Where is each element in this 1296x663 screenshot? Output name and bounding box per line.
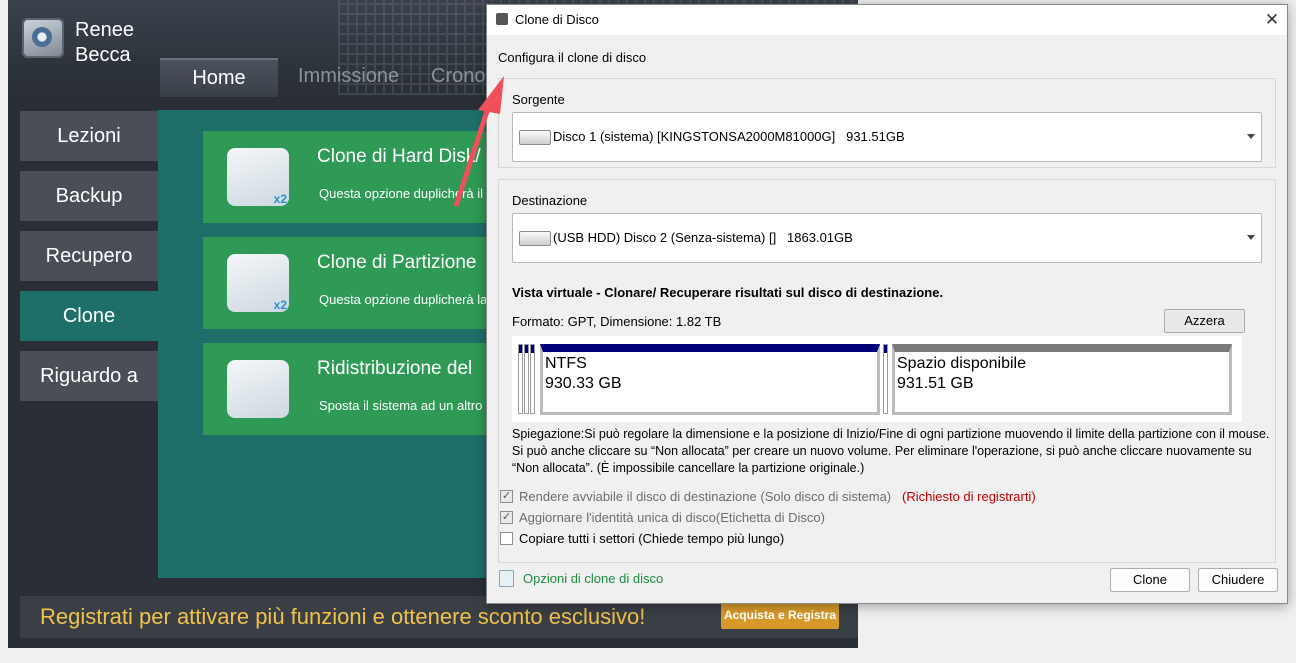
destination-disk-select[interactable]: (USB HDD) Disco 2 (Senza-sistema) [] 186… <box>512 213 1262 263</box>
format-info: Formato: GPT, Dimensione: 1.82 TB <box>512 314 722 329</box>
dialog-app-icon <box>496 13 508 25</box>
banner-text: Registrati per attivare più funzioni e o… <box>40 604 646 629</box>
source-label: Sorgente <box>512 92 565 107</box>
partition-size: 930.33 GB <box>545 375 622 392</box>
sidebar-item-lezioni[interactable]: Lezioni <box>20 111 158 161</box>
sidebar-item-recupero[interactable]: Recupero <box>20 231 158 281</box>
sidebar-item-clone[interactable]: Clone <box>20 291 158 341</box>
checkbox-checked[interactable]: ✓ <box>500 490 513 503</box>
x2-badge: x2 <box>273 192 287 206</box>
partition-handle[interactable] <box>524 344 529 414</box>
disk-drive-icon <box>519 231 551 246</box>
tab-home[interactable]: Home <box>160 58 278 97</box>
tab-immissione[interactable]: Immissione <box>298 58 399 95</box>
close-icon[interactable]: ✕ <box>1257 5 1287 35</box>
card-desc: Sposta il sistema ad un altro <box>319 398 483 413</box>
buy-register-button[interactable]: Acquista e Registra <box>721 601 839 629</box>
reset-button[interactable]: Azzera <box>1164 309 1245 333</box>
brand-line1: Renee <box>75 19 134 41</box>
dialog-title: Clone di Disco <box>515 12 599 27</box>
windows-logo-icon <box>227 360 289 418</box>
partition-name: Spazio disponibile <box>897 355 1026 372</box>
virtual-view-title: Vista virtuale - Clonare/ Recuperare ris… <box>512 285 944 300</box>
checkbox-label: Copiare tutti i settori (Chiede tempo pi… <box>519 531 785 546</box>
destination-value: (USB HDD) Disco 2 (Senza-sistema) [] 186… <box>553 230 853 245</box>
card-title: Clone di Partizione <box>317 252 477 273</box>
clone-button[interactable]: Clone <box>1110 568 1190 592</box>
hard-disk-icon: x2 <box>227 148 289 206</box>
clone-options-label: Opzioni di clone di disco <box>523 571 664 586</box>
clone-disk-dialog: Clone di Disco ✕ Configura il clone di d… <box>486 4 1288 604</box>
partition-handle[interactable] <box>883 344 888 414</box>
x2-badge: x2 <box>273 298 287 312</box>
checkbox-unchecked[interactable] <box>500 532 513 545</box>
source-value: Disco 1 (sistema) [KINGSTONSA2000M81000G… <box>553 129 905 144</box>
partition-free-space[interactable]: Spazio disponibile 931.51 GB <box>892 344 1232 415</box>
card-title: Ridistribuzione del <box>317 358 473 379</box>
partition-size: 931.51 GB <box>897 375 974 392</box>
source-group: Sorgente Disco 1 (sistema) [KINGSTONSA20… <box>498 78 1276 168</box>
card-desc: Questa opzione duplicherà la <box>319 292 488 307</box>
card-ridistribuzione[interactable]: Ridistribuzione del Sposta il sistema ad… <box>203 343 493 435</box>
brand-name: Renee Becca <box>75 18 134 68</box>
source-disk-select[interactable]: Disco 1 (sistema) [KINGSTONSA2000M81000G… <box>512 112 1262 162</box>
annotation-arrow-icon <box>453 76 504 207</box>
close-dialog-button[interactable]: Chiudere <box>1198 568 1278 592</box>
destination-group: Destinazione (USB HDD) Disco 2 (Senza-si… <box>498 179 1276 563</box>
config-label: Configura il clone di disco <box>498 50 647 65</box>
brand-line2: Becca <box>75 44 131 66</box>
sidebar-item-backup[interactable]: Backup <box>20 171 158 221</box>
registration-required-note: (Richiesto di registrarti) <box>902 489 1036 504</box>
partition-ntfs[interactable]: NTFS 930.33 GB <box>540 344 880 415</box>
app-logo-icon <box>22 18 64 58</box>
document-icon <box>499 570 514 587</box>
destination-label: Destinazione <box>512 193 588 208</box>
partition-handle[interactable] <box>530 344 535 414</box>
partition-name: NTFS <box>545 355 587 372</box>
dialog-titlebar: Clone di Disco ✕ <box>487 5 1287 35</box>
disk-drive-icon <box>519 130 551 145</box>
chevron-down-icon <box>1247 235 1255 240</box>
checkbox-label: Aggiornare l'identità unica di disco(Eti… <box>519 510 825 525</box>
sidebar-item-riguardo[interactable]: Riguardo a <box>20 351 158 401</box>
checkbox-label: Rendere avviabile il disco di destinazio… <box>519 489 892 504</box>
card-clone-partizione[interactable]: x2 Clone di Partizione Questa opzione du… <box>203 237 493 329</box>
explanation-text: Spiegazione:Si può regolare la dimension… <box>512 427 1270 475</box>
folder-icon: x2 <box>227 254 289 312</box>
disk-map: NTFS 930.33 GB Spazio disponibile 931.51… <box>512 336 1242 422</box>
checkbox-checked[interactable]: ✓ <box>500 511 513 524</box>
chevron-down-icon <box>1247 134 1255 139</box>
partition-handle[interactable] <box>518 344 523 414</box>
